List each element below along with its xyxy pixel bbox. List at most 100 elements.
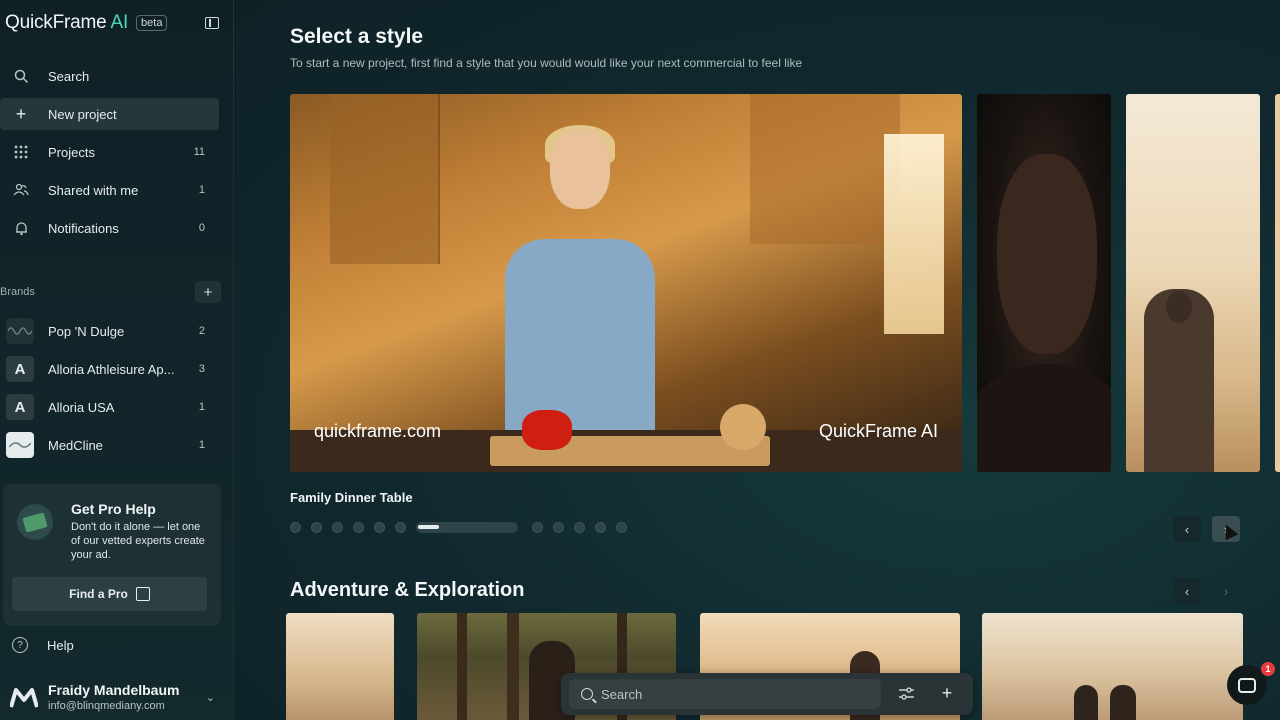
help-link[interactable]: ? Help <box>12 637 74 653</box>
brand-logo-icon: A <box>6 356 34 382</box>
app-logo[interactable]: QuickFrame AI <box>5 12 128 34</box>
hero-scene <box>750 94 900 244</box>
featured-style-video[interactable]: quickframe.com QuickFrame AI <box>290 94 962 472</box>
carousel-prev-button[interactable]: ‹ <box>1173 516 1201 542</box>
plus-icon: + <box>15 103 27 124</box>
hero-scene <box>884 134 944 334</box>
chevron-down-icon: ⌄ <box>205 691 215 704</box>
hero-scene <box>330 94 440 264</box>
carousel-dot[interactable] <box>395 522 406 533</box>
nav-projects[interactable]: Projects 11 <box>0 136 219 168</box>
search-icon <box>12 67 30 85</box>
style-thumbnail[interactable] <box>286 613 394 720</box>
nav-count: 0 <box>198 222 205 234</box>
carousel-dot[interactable] <box>332 522 343 533</box>
filter-icon[interactable] <box>898 685 914 701</box>
brand-count: 3 <box>198 363 205 375</box>
brand-count: 2 <box>198 325 205 337</box>
help-label: Help <box>47 637 74 653</box>
money-icon <box>17 504 53 540</box>
nav-label: Notifications <box>48 220 119 236</box>
add-button[interactable]: + <box>937 683 957 703</box>
carousel-dot[interactable] <box>311 522 322 533</box>
brand-item[interactable]: Pop 'N Dulge 2 <box>6 316 219 346</box>
floating-searchbar: Search + <box>561 673 973 715</box>
brand-name: Pop 'N Dulge <box>48 323 125 339</box>
nav-label: Shared with me <box>48 182 139 198</box>
section-prev-button[interactable]: ‹ <box>1173 578 1201 604</box>
hero-scene <box>522 410 572 450</box>
watermark-brand: QuickFrame AI <box>818 421 938 441</box>
logo-row: QuickFrame AI beta <box>5 10 219 36</box>
pro-help-title: Get Pro Help <box>71 501 156 517</box>
nav-label: Search <box>48 68 90 84</box>
external-link-icon <box>135 587 150 601</box>
brands-header: Brands + <box>0 281 221 303</box>
pro-help-card: Get Pro Help Don't do it alone — let one… <box>3 484 221 626</box>
brand-count: 1 <box>198 439 205 451</box>
bell-icon <box>12 219 30 237</box>
user-menu[interactable]: Fraidy Mandelbaum info@blinqmediany.com … <box>10 680 215 714</box>
pro-help-text: Don't do it alone — let one of our vette… <box>71 521 205 561</box>
section-title: Adventure & Exploration <box>290 579 525 601</box>
find-a-pro-label: Find a Pro <box>69 587 128 601</box>
style-thumbnail[interactable] <box>1275 94 1280 472</box>
search-input[interactable]: Search <box>569 679 881 709</box>
carousel-dot-active[interactable] <box>416 522 518 533</box>
style-thumbnail[interactable] <box>1126 94 1260 472</box>
carousel-dots <box>290 522 637 533</box>
style-thumbnail[interactable] <box>982 613 1243 720</box>
brand-logo-icon <box>6 432 34 458</box>
page-subtitle: To start a new project, first find a sty… <box>290 56 803 70</box>
carousel-dot[interactable] <box>353 522 364 533</box>
add-brand-button[interactable]: + <box>195 281 221 303</box>
find-a-pro-button[interactable]: Find a Pro <box>12 577 207 611</box>
featured-style-caption: Family Dinner Table <box>290 490 413 505</box>
nav-shared[interactable]: Shared with me 1 <box>0 174 219 206</box>
user-name: Fraidy Mandelbaum <box>48 682 180 698</box>
brand-item[interactable]: A Alloria Athleisure Ap... 3 <box>6 354 219 384</box>
watermark-url: quickframe.com <box>314 421 442 441</box>
chat-icon <box>1238 677 1256 693</box>
user-email: info@blinqmediany.com <box>48 700 165 712</box>
carousel-dot[interactable] <box>553 522 564 533</box>
help-icon: ? <box>12 637 28 653</box>
nav-label: New project <box>48 106 117 122</box>
sidebar: QuickFrame AI beta Search + New project P… <box>0 0 234 720</box>
style-thumbnail[interactable] <box>977 94 1111 472</box>
brand-item[interactable]: A Alloria USA 1 <box>6 392 219 422</box>
carousel-dot[interactable] <box>374 522 385 533</box>
hero-scene <box>720 404 766 450</box>
carousel-dot[interactable] <box>616 522 627 533</box>
sidebar-toggle-icon[interactable] <box>205 17 219 29</box>
user-avatar-icon <box>10 688 38 708</box>
carousel-dot[interactable] <box>532 522 543 533</box>
people-icon <box>12 181 30 199</box>
brand-logo-icon <box>6 318 34 344</box>
grid-icon <box>12 143 30 161</box>
brands-heading: Brands <box>0 286 35 298</box>
main-content: Select a style To start a new project, f… <box>235 0 1280 720</box>
brand-count: 1 <box>198 401 205 413</box>
search-icon <box>581 688 593 700</box>
nav-count: 11 <box>193 146 205 158</box>
section-next-button[interactable]: › <box>1212 578 1240 604</box>
search-placeholder: Search <box>601 686 643 702</box>
carousel-dot[interactable] <box>290 522 301 533</box>
nav-count: 1 <box>198 184 205 196</box>
brand-name: MedCline <box>48 437 103 453</box>
brand-logo-icon: A <box>6 394 34 420</box>
nav-label: Projects <box>48 144 95 160</box>
brand-name: Alloria USA <box>48 399 115 415</box>
chat-badge: 1 <box>1261 662 1275 676</box>
slide-progress <box>418 525 440 529</box>
beta-badge: beta <box>136 15 168 31</box>
nav-search[interactable]: Search <box>0 60 219 92</box>
nav-new-project[interactable]: + New project <box>0 98 219 130</box>
page-title: Select a style <box>290 25 424 48</box>
carousel-dot[interactable] <box>574 522 585 533</box>
nav-notifications[interactable]: Notifications 0 <box>0 212 219 244</box>
brand-item[interactable]: MedCline 1 <box>6 430 219 460</box>
carousel-dot[interactable] <box>595 522 606 533</box>
brand-name: Alloria Athleisure Ap... <box>48 361 175 377</box>
